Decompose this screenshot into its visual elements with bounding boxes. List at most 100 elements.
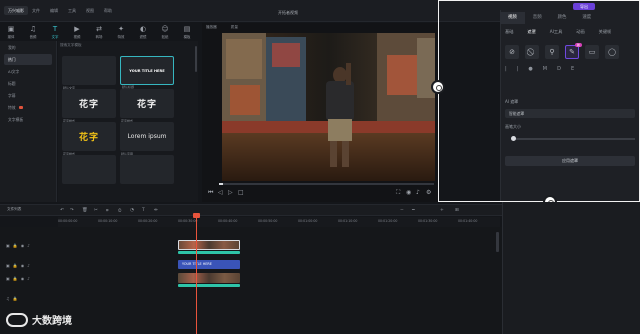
menu-tools[interactable]: 工具 [68,8,76,14]
audio-waveform-clip[interactable] [178,284,240,287]
text-icon[interactable]: T [142,208,145,213]
eye-icon[interactable]: ◉ [21,263,25,268]
toolbar-video[interactable]: ▶ 视频 [66,23,88,41]
stop-icon[interactable]: □ [238,189,244,196]
menu-edit[interactable]: 编辑 [50,8,58,14]
toolbar-transition[interactable]: ⇄ 转场 [88,23,110,41]
mute-icon[interactable]: ♪ [27,263,30,268]
toolbar-media[interactable]: ▣ 媒体 [0,23,22,41]
text-icon: T [52,25,58,33]
timeline-ruler[interactable]: 00:00:00:00 00:00:10:00 00:00:20:00 00:0… [58,217,500,227]
mute-icon[interactable]: ♪ [27,276,30,281]
asset-card[interactable]: 花字 花字样式 [120,89,174,123]
ruler-tick: 00:00:00:00 [58,219,78,223]
ruler-tick: 00:01:10:00 [338,219,358,223]
track-header-video-2: ▣ 🔒 ◉ ♪ [6,260,56,270]
timeline-scrollbar[interactable] [496,232,499,252]
menu-bar: 文件 编辑 工具 视图 帮助 [32,8,112,14]
track-header-video-1: ▣ 🔒 ◉ ♪ [6,273,56,283]
asset-card[interactable]: 花字 花字样式 [62,122,116,156]
mute-icon[interactable]: ♪ [27,243,30,248]
asset-card[interactable]: Lorem ipsum 默认字幕 [120,122,174,156]
track-audio-icon: ♫ [6,295,10,301]
eye-icon[interactable]: ◉ [21,276,25,281]
asset-card[interactable] [62,155,116,184]
mask-icon[interactable]: ◔ [130,208,134,213]
preview-tab-quality[interactable]: 质量 [231,25,238,30]
toolbar-effects[interactable]: ✦ 特效 [110,23,132,41]
asset-card[interactable]: YOUR TITLE HERE 默认标题 [120,56,174,89]
fit-icon[interactable]: ⊞ [455,208,459,213]
video-scene-image [222,33,435,181]
play-icon[interactable]: ▷ [228,189,233,196]
sidebar-item-effects[interactable]: 特效 [4,102,52,113]
crop-icon[interactable]: ⌗ [106,208,109,214]
rewind-icon[interactable]: ◁ [218,189,223,196]
sidebar-item-subtitle[interactable]: 字幕 [4,90,52,101]
toolbar-audio[interactable]: ♫ 音频 [22,23,44,41]
ruler-tick: 00:01:40:00 [458,219,478,223]
playback-controls: ⏮ ◁ ▷ □ ⛶ ◉ ♪ ⚙ [206,182,438,200]
timeline-tracks: ▣ 🔒 ◉ ♪ ▣ 🔒 ◉ ♪ ▣ 🔒 ◉ ♪ ♫ 🔒 YOUR TITLE HERE [0,227,502,334]
prev-frame-icon[interactable]: ⏮ [208,189,213,197]
preview-tab-player[interactable]: 播放器 [206,25,217,30]
zoom-slider-icon[interactable]: ━ [412,208,415,213]
filter-icon: ◐ [139,25,147,33]
menu-help[interactable]: 帮助 [104,8,112,14]
undo-icon[interactable]: ↶ [60,208,64,213]
asset-grid: 默认文字 YOUR TITLE HERE 默认标题 花字 花字样式 花字 花字样式 花… [62,56,174,184]
menu-file[interactable]: 文件 [32,8,40,14]
sidebar-item-text-template[interactable]: 文字模板 [4,114,52,125]
menu-view[interactable]: 视图 [86,8,94,14]
split-icon[interactable]: ⇹ [154,208,158,213]
audio-waveform-clip[interactable] [178,251,240,254]
track-video-icon: ▣ [6,275,10,281]
speed-icon[interactable]: ⏲ [118,208,122,214]
delete-icon[interactable]: 🗑 [82,208,88,213]
sidebar-item-title[interactable]: 标题 [4,78,52,89]
track-header-audio-1: ♫ 🔒 [6,293,56,303]
right-bottom-panel [502,202,640,334]
sidebar-item-mine[interactable]: 我的 [4,42,52,53]
toolbar-filter[interactable]: ◐ 滤镜 [132,23,154,41]
video-clip[interactable] [178,240,240,250]
ruler-tick: 00:01:30:00 [418,219,438,223]
fullscreen-icon[interactable]: ⛶ [396,189,400,197]
video-icon: ▶ [74,25,80,33]
toolbar-text[interactable]: T 文字 [44,23,66,41]
sidebar: 我的 热门 AI文字 标题 字幕 特效 文字模板 [0,41,57,202]
asset-card[interactable]: 默认文字 [62,56,116,90]
snapshot-icon[interactable]: ◉ [406,189,411,196]
asset-scrollbar[interactable] [195,46,197,72]
crop-handle-left[interactable] [431,80,445,94]
asset-card[interactable] [120,155,174,184]
text-clip[interactable]: YOUR TITLE HERE [178,260,240,269]
toolbar-sticker[interactable]: ☺ 贴纸 [154,23,176,41]
redo-icon[interactable]: ↷ [70,208,74,213]
sidebar-item-ai-text[interactable]: AI文字 [4,66,52,77]
lock-icon[interactable]: 🔒 [13,243,18,248]
crop-overlay-frame[interactable] [438,0,640,202]
toolbar-template[interactable]: ▤ 模板 [176,23,198,41]
settings-icon[interactable]: ⚙ [426,189,431,196]
lock-icon[interactable]: 🔒 [13,276,18,281]
asset-card[interactable]: 花字 花字样式 [62,89,116,123]
track-header-video-3: ▣ 🔒 ◉ ♪ [6,240,56,250]
ruler-tick: 00:00:40:00 [218,219,238,223]
eye-icon[interactable]: ◉ [21,243,25,248]
playhead-line[interactable] [196,215,197,334]
asset-search-input[interactable]: 搜索文字模板 [60,43,124,49]
lock-icon[interactable]: 🔒 [13,296,18,301]
track-video-icon: ▣ [6,242,10,248]
zoom-in-icon[interactable]: + [440,208,444,213]
app-brand: 万兴喵影 [4,6,28,15]
lock-icon[interactable]: 🔒 [13,263,18,268]
media-icon: ▣ [7,25,15,33]
volume-icon[interactable]: ♪ [416,189,420,196]
video-clip[interactable] [178,273,240,283]
ruler-tick: 00:00:10:00 [98,219,118,223]
cut-icon[interactable]: ✂ [94,208,98,213]
sidebar-item-hot[interactable]: 热门 [4,54,52,65]
zoom-out-icon[interactable]: − [400,208,404,213]
timeline-label: 文件列表 [7,207,22,211]
